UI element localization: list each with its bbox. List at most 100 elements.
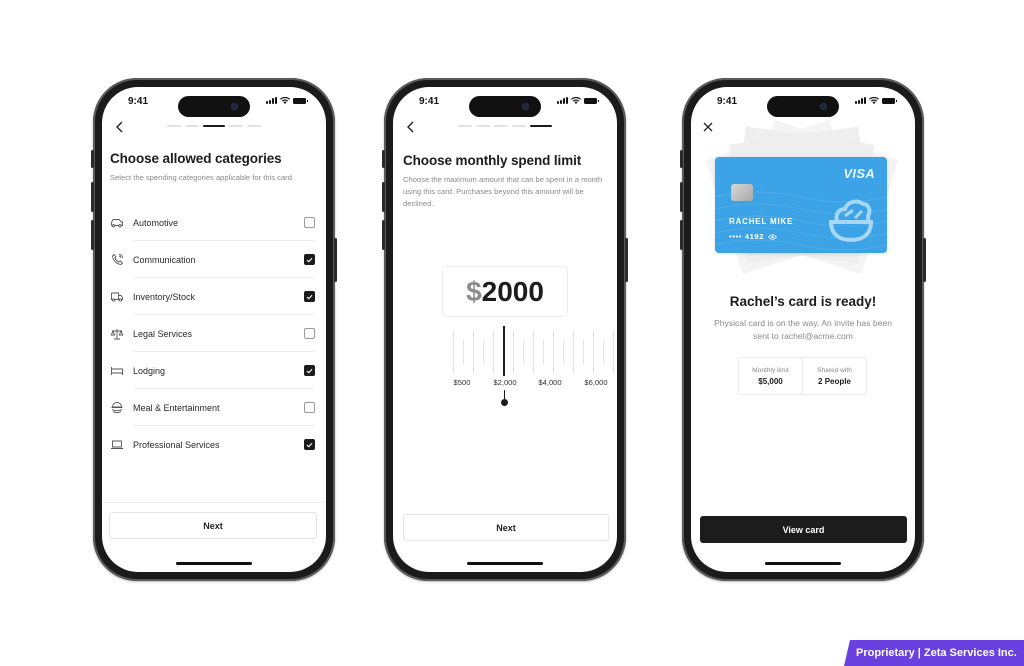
step-indicator [185,125,199,127]
close-button[interactable] [701,120,715,134]
category-checkbox-checked[interactable] [304,254,315,265]
category-label: Professional Services [133,439,220,450]
footer-divider [102,502,326,503]
category-checkbox[interactable] [304,328,315,339]
category-checkbox-checked[interactable] [304,439,315,450]
page-title: Choose monthly spend limit [403,153,582,168]
category-item-automotive[interactable]: Automotive [110,204,315,241]
check-icon [306,368,313,373]
signal-icon [266,97,277,104]
slider-tick [533,330,534,374]
side-button [91,182,94,212]
salad-bowl-icon [828,199,874,243]
amount-display[interactable]: $2000 [442,266,568,317]
back-button[interactable] [112,119,128,135]
car-icon [110,216,124,230]
meal-icon [110,401,124,415]
slider-label: $4,000 [538,378,562,387]
wifi-icon [571,97,581,104]
camera-icon [820,103,827,110]
spend-slider[interactable] [453,326,617,380]
truck-icon [110,290,124,304]
side-button [625,238,628,282]
slider-label: $6,000 [584,378,608,387]
stat-value: $5,000 [758,376,783,386]
home-indicator [467,562,543,565]
status-time: 9:41 [128,96,149,107]
screen: 9:41 VISA RACHEL MIKE •••• 4192 Rachel’s… [691,87,915,572]
currency-symbol: $ [466,275,482,307]
category-label: Inventory/Stock [133,291,196,302]
step-indicator [476,125,490,127]
slider-tick [473,330,474,374]
slider-tick [523,340,524,364]
view-card-button[interactable]: View card [700,516,907,543]
check-icon [306,442,313,447]
slider-tick [613,330,614,374]
next-button[interactable]: Next [403,514,609,541]
category-list: Automotive Communication Inventory/Stock… [110,204,315,463]
camera-icon [231,103,238,110]
category-checkbox[interactable] [304,402,315,413]
category-checkbox-checked[interactable] [304,291,315,302]
close-icon [703,122,713,132]
category-label: Communication [133,254,196,265]
step-indicator [229,125,243,127]
dynamic-island [469,96,541,117]
status-icons [266,97,308,104]
bed-icon [110,364,124,378]
signal-icon [557,97,568,104]
chevron-left-icon [407,121,414,133]
slider-handle[interactable] [501,399,508,406]
check-icon [306,294,313,299]
category-item-legal[interactable]: Legal Services [110,315,315,352]
back-button[interactable] [403,119,419,135]
monthly-limit-stat: Monthly limit $5,000 [739,358,802,394]
step-indicator [458,125,472,127]
category-label: Legal Services [133,328,193,339]
status-icons [557,97,599,104]
slider-needle[interactable] [503,326,505,376]
slider-tick [593,330,594,374]
step-progress [167,125,261,127]
category-label: Lodging [133,365,166,376]
screen: 9:41 Choose allowed categories Select th… [102,87,326,572]
amount-value: 2000 [481,275,544,307]
status-time: 9:41 [717,96,738,107]
chevron-left-icon [116,121,123,133]
slider-tick [583,340,584,364]
virtual-card[interactable]: VISA RACHEL MIKE •••• 4192 [715,157,887,253]
slider-tick [563,340,564,364]
slider-tick [543,340,544,364]
category-item-communication[interactable]: Communication [110,241,315,278]
category-label: Meal & Entertainment [133,402,220,413]
eye-icon[interactable] [768,233,778,240]
home-indicator [765,562,841,565]
step-indicator [512,125,526,127]
side-button [680,182,683,212]
category-checkbox-checked[interactable] [304,365,315,376]
wifi-icon [280,97,290,104]
category-item-meal[interactable]: Meal & Entertainment [110,389,315,426]
category-checkbox[interactable] [304,217,315,228]
side-button [334,238,337,282]
slider-tick [493,330,494,374]
stat-label: Monthly limit [752,366,789,374]
category-item-lodging[interactable]: Lodging [110,352,315,389]
step-progress [458,125,552,127]
phone-icon [110,253,124,267]
status-time: 9:41 [419,96,440,107]
battery-icon [882,97,897,104]
step-indicator-active [203,125,225,127]
shared-with-stat: Shared with 2 People [802,358,866,394]
category-item-professional[interactable]: Professional Services [110,426,315,463]
next-button[interactable]: Next [109,512,317,539]
status-icons [855,97,897,104]
phone-card-ready: 9:41 VISA RACHEL MIKE •••• 4192 Rachel’s… [680,78,926,581]
side-button [91,150,94,168]
category-item-inventory[interactable]: Inventory/Stock [110,278,315,315]
slider-tick [603,340,604,364]
card-holder-name: RACHEL MIKE [729,217,794,226]
battery-icon [584,97,599,104]
step-indicator-active [530,125,552,127]
